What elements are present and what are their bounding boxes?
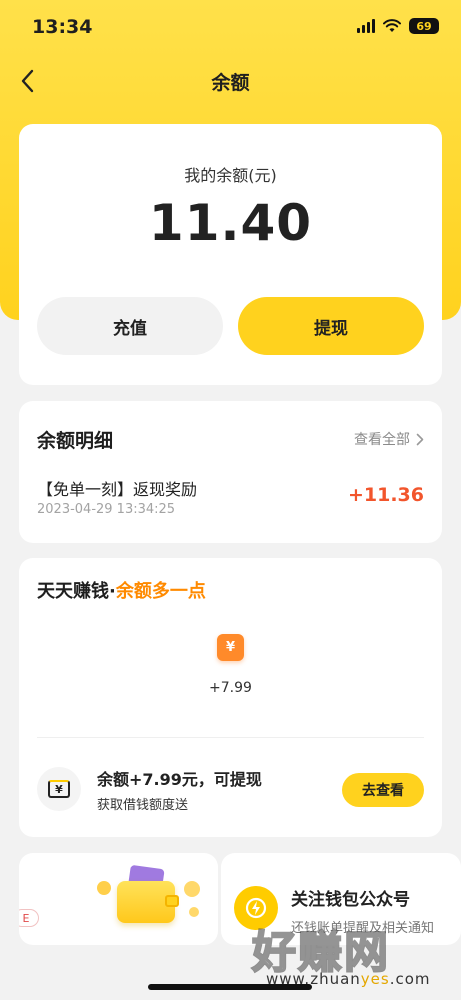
earn-title-main: 天天赚钱 [37, 581, 109, 602]
coin-decoration-icon [97, 881, 111, 895]
balance-card: 我的余额(元) 11.40 充值 提现 [19, 124, 442, 385]
coin-icon[interactable]: ¥ [217, 634, 244, 661]
transaction-time: 2023-04-29 13:34:25 [37, 502, 176, 517]
wallet-icon [117, 864, 179, 923]
earn-title-accent: 余额多一点 [115, 581, 206, 602]
earn-title-dot: · [109, 581, 116, 602]
status-time: 13:34 [32, 16, 93, 38]
coin-symbol: ¥ [225, 640, 236, 655]
battery-icon: 69 [409, 18, 439, 34]
coin-value: +7.99 [209, 680, 252, 696]
follow-account-banner[interactable]: 关注钱包公众号 还钱账单提醒及相关通知 [221, 853, 461, 945]
balance-label: 我的余额(元) [184, 166, 277, 185]
view-all-label: 查看全部 [354, 432, 410, 448]
nav-bar: 余额 [0, 58, 461, 104]
detail-title: 余额明细 [37, 430, 114, 452]
lightning-icon [234, 886, 278, 930]
task-title: 余额+7.99元，可提现 [97, 770, 262, 789]
earn-card: 天天赚钱·余额多一点 ¥ +7.99 ¥ 余额+7.99元，可提现 获取借钱额度… [19, 558, 442, 837]
earn-title: 天天赚钱·余额多一点 [37, 577, 206, 603]
status-bar: 13:34 69 [0, 0, 461, 56]
balance-page: 13:34 69 余额 我的余额(元) 11.40 充值 提现 余额明细 查看全… [0, 0, 461, 1000]
view-task-button[interactable]: 去查看 [342, 773, 424, 807]
withdraw-button[interactable]: 提现 [238, 297, 424, 355]
task-subtitle: 获取借钱额度送 [97, 798, 189, 813]
page-title: 余额 [211, 72, 250, 94]
voucher-icon: ¥ [48, 780, 70, 798]
wallet-banner[interactable]: E [19, 853, 218, 945]
transaction-title: 【免单一刻】返现奖励 [37, 480, 198, 499]
chevron-right-icon [416, 433, 424, 445]
wifi-icon [383, 19, 401, 32]
follow-subtitle: 还钱账单提醒及相关通知 [291, 921, 435, 936]
balance-amount: 11.40 [148, 194, 313, 252]
task-icon: ¥ [37, 767, 81, 811]
status-icons: 69 [357, 18, 439, 34]
coin-decoration-icon [189, 907, 199, 917]
divider [37, 737, 424, 738]
signal-icon [357, 19, 375, 33]
balance-detail-card: 余额明细 查看全部 【免单一刻】返现奖励 2023-04-29 13:34:25… [19, 401, 442, 543]
view-all-link[interactable]: 查看全部 [354, 429, 424, 449]
recharge-button[interactable]: 充值 [37, 297, 223, 355]
home-indicator [148, 984, 312, 990]
coin-decoration-icon [184, 881, 200, 897]
watermark-url-b: yes [360, 970, 390, 988]
banner-badge: E [19, 909, 39, 927]
lightning-glyph [245, 897, 267, 919]
watermark-url-c: .com [389, 970, 431, 988]
follow-title: 关注钱包公众号 [291, 890, 410, 910]
transaction-amount: +11.36 [347, 484, 424, 506]
